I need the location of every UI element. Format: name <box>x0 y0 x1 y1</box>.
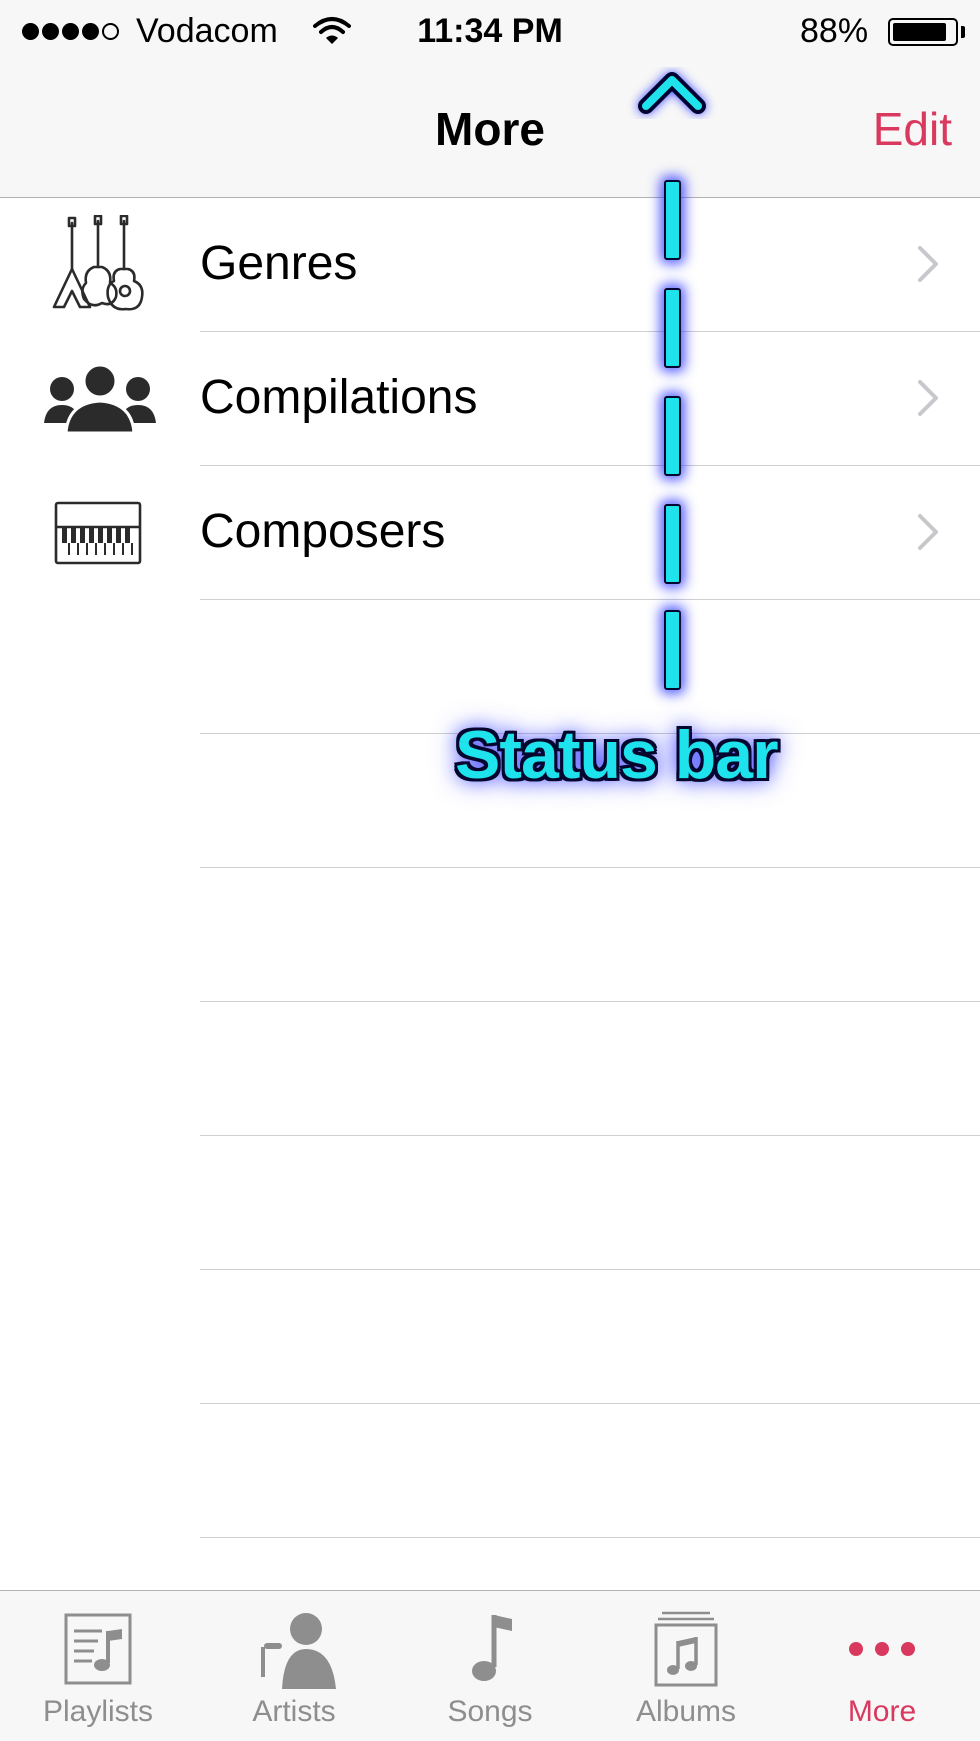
playlists-icon <box>58 1609 138 1689</box>
battery-percentage: 88% <box>800 12 869 50</box>
battery-tip <box>961 26 965 38</box>
tab-artists[interactable]: Artists <box>196 1591 392 1741</box>
piano-keyboard-icon <box>40 483 160 583</box>
music-note-icon <box>450 1609 530 1689</box>
tab-label: Playlists <box>42 1695 154 1728</box>
status-bar: Vodacom 11:34 PM 88% <box>0 0 980 64</box>
list-item-composers[interactable]: Composers <box>0 466 980 600</box>
annotation-dash <box>664 288 681 368</box>
more-list: Genres Compilations Composers <box>0 198 980 1538</box>
empty-row <box>0 1270 980 1404</box>
empty-row <box>0 1002 980 1136</box>
battery-fill <box>893 23 946 41</box>
navigation-bar: More Edit <box>0 64 980 198</box>
empty-row <box>0 868 980 1002</box>
list-item-compilations[interactable]: Compilations <box>0 332 980 466</box>
tab-label: Artists <box>252 1695 336 1728</box>
people-group-icon <box>40 349 160 449</box>
chevron-right-icon <box>916 244 940 284</box>
tab-albums[interactable]: Albums <box>588 1591 784 1741</box>
annotation-label: Status bar <box>455 717 779 793</box>
tab-label: Albums <box>635 1695 737 1728</box>
tab-label: More <box>847 1695 917 1728</box>
row-separator <box>200 1536 980 1538</box>
empty-row <box>0 1404 980 1538</box>
artist-singer-icon <box>254 1609 336 1689</box>
empty-row <box>0 1136 980 1270</box>
tab-playlists[interactable]: Playlists <box>0 1591 196 1741</box>
albums-icon <box>646 1609 726 1689</box>
annotation-caret-icon <box>638 70 706 123</box>
annotation-dash <box>664 504 681 584</box>
annotation-dash <box>664 396 681 476</box>
tab-songs[interactable]: Songs <box>392 1591 588 1741</box>
more-dots-icon <box>842 1609 922 1689</box>
page-title: More <box>435 103 545 155</box>
annotation-dash <box>664 610 681 690</box>
chevron-right-icon <box>916 378 940 418</box>
battery-icon <box>888 18 958 46</box>
empty-row <box>0 600 980 734</box>
list-item-label: Composers <box>200 505 446 558</box>
annotation-dash <box>664 180 681 260</box>
list-item-label: Genres <box>200 237 358 290</box>
guitars-icon <box>40 214 160 315</box>
tab-more[interactable]: More <box>784 1591 980 1741</box>
edit-button[interactable]: Edit <box>873 102 952 156</box>
tab-label: Songs <box>447 1695 533 1728</box>
tab-bar: Playlists Artists Songs Albums More <box>0 1590 980 1741</box>
list-item-label: Compilations <box>200 371 478 424</box>
list-item-genres[interactable]: Genres <box>0 198 980 332</box>
chevron-right-icon <box>916 512 940 552</box>
